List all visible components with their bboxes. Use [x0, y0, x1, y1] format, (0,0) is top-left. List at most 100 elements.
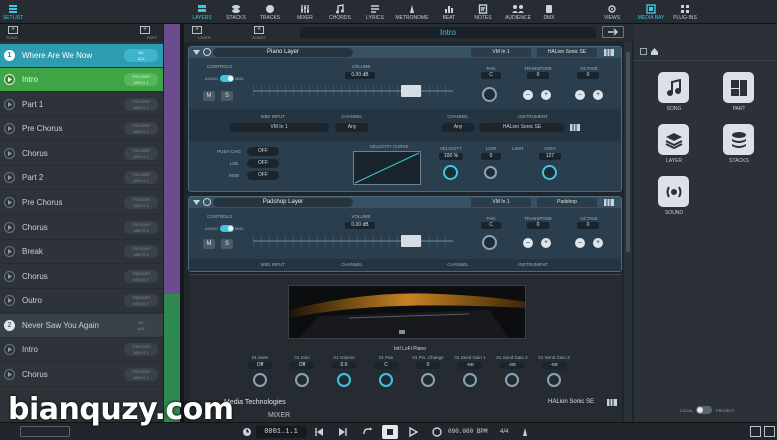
param-knob[interactable] [547, 373, 561, 387]
play-icon[interactable] [4, 270, 15, 282]
volume-fader[interactable] [253, 85, 453, 97]
play-icon[interactable] [4, 98, 15, 110]
skip-back-icon[interactable] [314, 427, 324, 437]
solo-button[interactable]: S [221, 239, 233, 249]
pan-knob[interactable] [482, 87, 497, 102]
part-row[interactable]: Chorus TRIGGER MIDI 0 1 [0, 265, 163, 289]
add-layer-button[interactable]: + [192, 26, 202, 34]
part-row[interactable]: Part 1 TRIGGER MIDI 0 1 [0, 93, 163, 117]
play-icon[interactable] [4, 295, 15, 307]
param-knob[interactable] [295, 373, 309, 387]
octave-down-button[interactable]: – [575, 90, 585, 100]
media-stacks-tile[interactable] [723, 124, 754, 155]
tempo-display[interactable]: 090.000 BPM [448, 426, 492, 438]
media-sound-tile[interactable] [658, 176, 689, 207]
media-layer-tile[interactable] [658, 124, 689, 155]
tab-media-bay[interactable]: MEDIA BAY [636, 3, 666, 23]
scrollbar[interactable] [624, 42, 632, 422]
octave-up-button[interactable]: + [593, 238, 603, 248]
part-row[interactable]: Break TRIGGER MIDI 0 1 [0, 240, 163, 265]
tab-beat[interactable]: BEAT [437, 3, 461, 23]
param-knob[interactable] [253, 373, 267, 387]
audio-midi-toggle[interactable] [220, 75, 234, 82]
part-row[interactable]: Pre Chorus TRIGGER MIDI 0 1 [0, 191, 163, 215]
velocity-curve-graph[interactable] [353, 151, 421, 185]
clock-icon[interactable] [242, 427, 252, 437]
media-part-tile[interactable] [723, 72, 754, 103]
part-row[interactable]: Intro TRIGGER MIDI 0 1 [0, 338, 163, 362]
tab-mixer[interactable]: MIXER [293, 3, 317, 23]
play-icon[interactable] [4, 246, 15, 258]
plugin-name[interactable]: Padshop [537, 198, 597, 207]
transpose-up-button[interactable]: + [541, 238, 551, 248]
add-song-button[interactable]: + [8, 26, 18, 34]
tab-lyrics[interactable]: LYRICS [363, 3, 387, 23]
solo-button[interactable]: S [221, 91, 233, 101]
record-icon[interactable] [432, 427, 442, 437]
skip-forward-icon[interactable] [338, 427, 348, 437]
tab-dmx[interactable]: DMX [539, 3, 559, 23]
add-part-button[interactable]: + [140, 26, 150, 34]
tab-chords[interactable]: CHORDS [327, 3, 353, 23]
song-row[interactable]: 1 Where Are We Now B0 &24 [0, 44, 163, 68]
fullscreen-button[interactable] [764, 426, 775, 437]
lsb-select[interactable]: OFF [247, 159, 279, 168]
midi-input-select[interactable]: VM In 1 [229, 123, 329, 132]
tab-tracks[interactable]: TRACKS [258, 3, 282, 23]
velocity-knob[interactable] [443, 165, 458, 180]
metronome-icon[interactable] [520, 427, 530, 437]
param-knob[interactable] [505, 373, 519, 387]
setlist-toggle-button[interactable]: SETLIST [2, 3, 24, 23]
keyboard-icon[interactable] [603, 198, 615, 207]
play-icon[interactable] [4, 368, 15, 380]
window-layout-button[interactable] [750, 426, 761, 437]
select-checkbox[interactable] [640, 48, 647, 55]
push-chg-select[interactable]: OFF [247, 147, 279, 156]
part-row[interactable]: Part 2 TRIGGER MIDI 0 1 [0, 166, 163, 191]
tab-plug-ins[interactable]: PLUG-INS [670, 3, 700, 23]
param-knob[interactable] [337, 373, 351, 387]
transpose-down-button[interactable]: – [523, 90, 533, 100]
tab-metronome[interactable]: METRONOME [393, 3, 431, 23]
layer-name[interactable]: Padshop Layer [213, 198, 353, 207]
high-knob[interactable] [542, 165, 557, 180]
loop-icon[interactable] [362, 427, 372, 437]
power-icon[interactable] [203, 48, 211, 56]
keyboard-icon[interactable] [569, 123, 581, 132]
param-knob[interactable] [463, 373, 477, 387]
low-knob[interactable] [484, 166, 497, 179]
play-icon[interactable] [4, 172, 15, 184]
instrument-select[interactable]: HALion Sonic SE [479, 123, 565, 132]
layer-name[interactable]: Piano Layer [213, 48, 353, 57]
volume-fader[interactable] [253, 235, 453, 247]
collapse-icon[interactable] [193, 49, 200, 56]
part-row[interactable]: Chorus TRIGGER MIDI 0 1 [0, 363, 163, 387]
mute-button[interactable]: M [203, 91, 215, 101]
mixer-tab[interactable]: MIXER [268, 412, 290, 419]
setlist-search-input[interactable] [20, 426, 70, 437]
play-icon[interactable] [4, 221, 15, 233]
vst-input[interactable]: VM In 1 [471, 48, 531, 57]
audio-midi-toggle[interactable] [220, 225, 234, 232]
pan-knob[interactable] [482, 235, 497, 250]
part-row[interactable]: Chorus TRIGGER MIDI 0 1 [0, 142, 163, 166]
transpose-down-button[interactable]: – [523, 238, 533, 248]
home-icon[interactable] [650, 47, 659, 56]
param-knob[interactable] [379, 373, 393, 387]
octave-down-button[interactable]: – [575, 238, 585, 248]
channel2-select[interactable]: Any [441, 123, 475, 132]
part-row[interactable]: Intro TRIGGER MIDI 0 1 [0, 68, 163, 92]
vst-input[interactable]: VM In 1 [471, 198, 531, 207]
play-icon[interactable] [4, 147, 15, 159]
param-knob[interactable] [421, 373, 435, 387]
zones-button[interactable]: + [254, 26, 264, 34]
play-icon[interactable] [4, 123, 15, 135]
keyboard-icon[interactable] [603, 48, 615, 57]
next-part-button[interactable] [602, 26, 624, 38]
song-row[interactable]: 2 Never Saw You Again B0 &34 [0, 314, 163, 338]
play-icon[interactable] [408, 427, 418, 437]
octave-up-button[interactable]: + [593, 90, 603, 100]
part-row[interactable]: Chorus TRIGGER MIDI 0 1 [0, 216, 163, 240]
play-icon[interactable] [4, 74, 15, 85]
signature-display[interactable]: 4/4 [500, 426, 514, 438]
